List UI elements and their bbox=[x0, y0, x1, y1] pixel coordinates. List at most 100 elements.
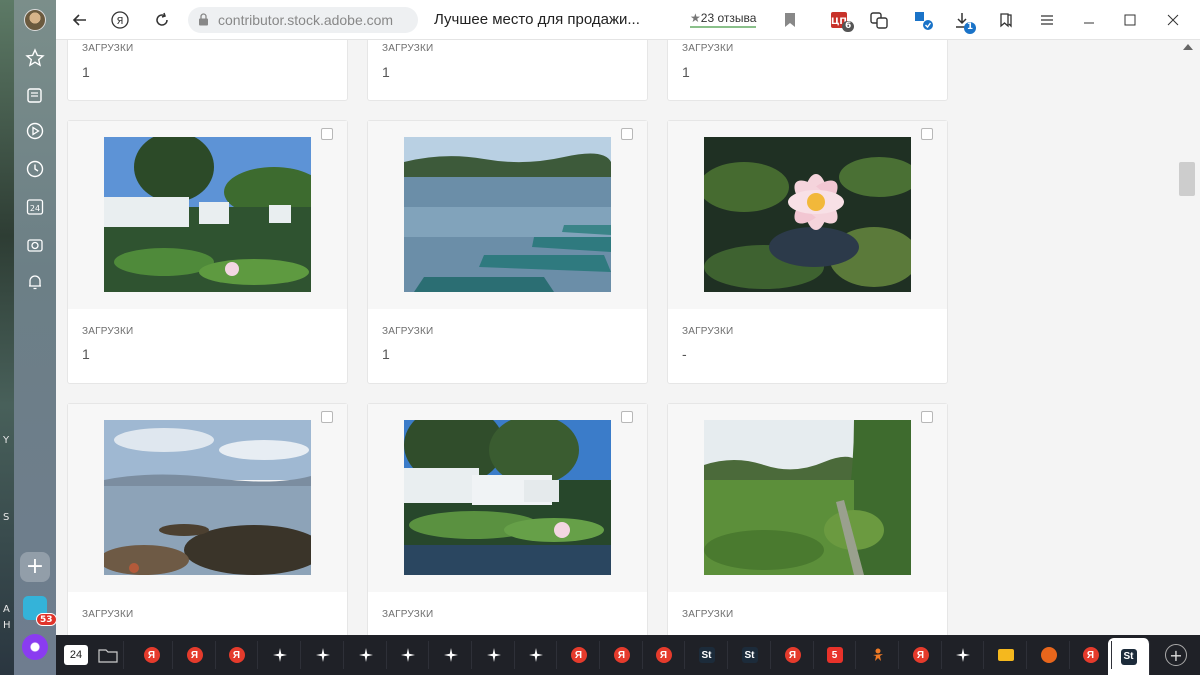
alice-assistant-icon[interactable] bbox=[22, 634, 48, 660]
yandex-home-icon[interactable]: Я bbox=[110, 10, 130, 30]
select-checkbox[interactable] bbox=[321, 128, 333, 140]
favorites-star-icon[interactable] bbox=[21, 44, 49, 72]
browser-tab[interactable]: Я bbox=[643, 641, 685, 669]
reviews-count: 23 отзыва bbox=[700, 11, 757, 25]
thumbnail-garden-pond-bench[interactable] bbox=[104, 137, 311, 292]
browser-tab[interactable] bbox=[259, 641, 301, 669]
close-icon[interactable] bbox=[1163, 10, 1183, 30]
sparkle-icon bbox=[315, 647, 331, 663]
asset-card[interactable]: ЗАГРУЗКИ 1 bbox=[667, 40, 948, 101]
video-play-icon[interactable] bbox=[21, 117, 49, 145]
reviews-link[interactable]: ★23 отзыва bbox=[690, 11, 757, 28]
downloads-value: 1 bbox=[82, 346, 90, 362]
add-panel-button[interactable]: + bbox=[20, 552, 50, 582]
sparkle-icon bbox=[358, 647, 374, 663]
scroll-thumb[interactable] bbox=[1179, 162, 1195, 196]
desktop-edge-letter: H bbox=[3, 620, 11, 631]
calendar-24-icon[interactable]: 24 bbox=[21, 193, 49, 221]
downloads-label: ЗАГРУЗКИ bbox=[82, 609, 134, 620]
reload-icon[interactable] bbox=[152, 10, 172, 30]
downloads-label: ЗАГРУЗКИ bbox=[682, 43, 734, 54]
browser-tab[interactable]: Я bbox=[174, 641, 216, 669]
select-checkbox[interactable] bbox=[621, 128, 633, 140]
content-area: ЗАГРУЗКИ 1 ЗАГРУЗКИ 1 ЗАГРУЗКИ 1 ЗАГРУЗК… bbox=[56, 40, 1176, 635]
asset-card[interactable]: ЗАГРУЗКИ bbox=[67, 403, 348, 635]
select-checkbox[interactable] bbox=[621, 411, 633, 423]
yandex-icon: Я bbox=[912, 647, 929, 663]
browser-tab[interactable] bbox=[345, 641, 387, 669]
new-tab-button[interactable]: + bbox=[1156, 641, 1196, 669]
bookmarks-panel-icon[interactable] bbox=[996, 10, 1016, 30]
browser-tab[interactable] bbox=[473, 641, 515, 669]
select-checkbox[interactable] bbox=[321, 411, 333, 423]
thumbnail-pond-bench-lily[interactable] bbox=[404, 420, 611, 575]
browser-tab[interactable] bbox=[302, 641, 344, 669]
notifications-bell-icon[interactable] bbox=[21, 268, 49, 296]
browser-tab[interactable]: Я bbox=[131, 641, 173, 669]
browser-tab[interactable]: Я bbox=[900, 641, 942, 669]
browser-tab[interactable]: St bbox=[686, 641, 728, 669]
select-checkbox[interactable] bbox=[921, 411, 933, 423]
asset-card[interactable]: ЗАГРУЗКИ 1 bbox=[367, 120, 648, 384]
asset-card[interactable]: ЗАГРУЗКИ 1 bbox=[67, 40, 348, 101]
profile-avatar[interactable] bbox=[24, 9, 46, 31]
browser-tab[interactable] bbox=[430, 641, 472, 669]
browser-tab[interactable] bbox=[515, 641, 557, 669]
thumbnail-water-lily[interactable] bbox=[704, 137, 911, 292]
browser-tab[interactable] bbox=[387, 641, 429, 669]
asset-card[interactable]: ЗАГРУЗКИ - bbox=[667, 120, 948, 384]
asset-card[interactable]: ЗАГРУЗКИ bbox=[667, 403, 948, 635]
sparkle-icon bbox=[486, 647, 502, 663]
history-clock-icon[interactable] bbox=[21, 155, 49, 183]
collections-icon[interactable] bbox=[21, 81, 49, 109]
downloads-value: 1 bbox=[382, 64, 390, 80]
thumbnail-rocky-shore[interactable] bbox=[104, 420, 311, 575]
plus-icon: + bbox=[1165, 644, 1187, 666]
downloads-label: ЗАГРУЗКИ bbox=[382, 43, 434, 54]
browser-tab[interactable] bbox=[1028, 641, 1070, 669]
screenshot-camera-icon[interactable] bbox=[21, 231, 49, 259]
asset-card[interactable]: ЗАГРУЗКИ 1 bbox=[367, 40, 648, 101]
new-tab-folder-icon[interactable] bbox=[92, 641, 124, 669]
address-bar[interactable]: contributor.stock.adobe.com bbox=[188, 7, 418, 33]
adobe-stock-icon: St bbox=[741, 647, 758, 663]
browser-tab[interactable] bbox=[942, 641, 984, 669]
browser-tab[interactable]: Я bbox=[601, 641, 643, 669]
tab-strip: 24 St + Я Я Я Я Я Я St St Я 5 Я Я bbox=[56, 635, 1200, 675]
page-title[interactable]: Лучшее место для продажи... bbox=[434, 11, 640, 28]
browser-tab[interactable]: Я bbox=[216, 641, 258, 669]
sparkle-icon bbox=[955, 647, 971, 663]
svg-text:Я: Я bbox=[117, 16, 124, 27]
desktop-wallpaper: Y S A H bbox=[0, 0, 14, 675]
browser-tab[interactable]: Я bbox=[772, 641, 814, 669]
browser-tab[interactable] bbox=[985, 641, 1027, 669]
address-url: contributor.stock.adobe.com bbox=[218, 12, 394, 28]
select-checkbox[interactable] bbox=[921, 128, 933, 140]
calendar-tab[interactable]: 24 bbox=[60, 641, 92, 669]
extension-blue-icon[interactable] bbox=[914, 10, 934, 30]
browser-tab[interactable] bbox=[857, 641, 899, 669]
thumbnail-area bbox=[68, 121, 347, 309]
vertical-scrollbar[interactable] bbox=[1176, 40, 1200, 635]
bookmark-icon[interactable] bbox=[780, 10, 800, 30]
active-tab[interactable]: St bbox=[1108, 638, 1150, 675]
browser-tab[interactable]: Я bbox=[558, 641, 600, 669]
scroll-up-arrow-icon[interactable] bbox=[1183, 44, 1193, 50]
browser-tab[interactable]: St bbox=[729, 641, 771, 669]
downloads-label: ЗАГРУЗКИ bbox=[682, 326, 734, 337]
maximize-icon[interactable] bbox=[1120, 10, 1140, 30]
sparkle-icon bbox=[400, 647, 416, 663]
back-arrow-icon[interactable] bbox=[70, 10, 90, 30]
star-icon: ★ bbox=[690, 11, 701, 25]
translate-icon[interactable] bbox=[869, 10, 889, 30]
minimize-icon[interactable] bbox=[1079, 10, 1099, 30]
asset-card[interactable]: ЗАГРУЗКИ bbox=[367, 403, 648, 635]
browser-tab[interactable]: 5 bbox=[814, 641, 856, 669]
thumbnail-garden-lawn[interactable] bbox=[704, 420, 911, 575]
thumbnail-lake-canoes[interactable] bbox=[404, 137, 611, 292]
yandex-icon: Я bbox=[143, 647, 160, 663]
browser-tab[interactable]: Я bbox=[1070, 641, 1112, 669]
downloads-value: 1 bbox=[82, 64, 90, 80]
asset-card[interactable]: ЗАГРУЗКИ 1 bbox=[67, 120, 348, 384]
menu-hamburger-icon[interactable] bbox=[1037, 10, 1057, 30]
